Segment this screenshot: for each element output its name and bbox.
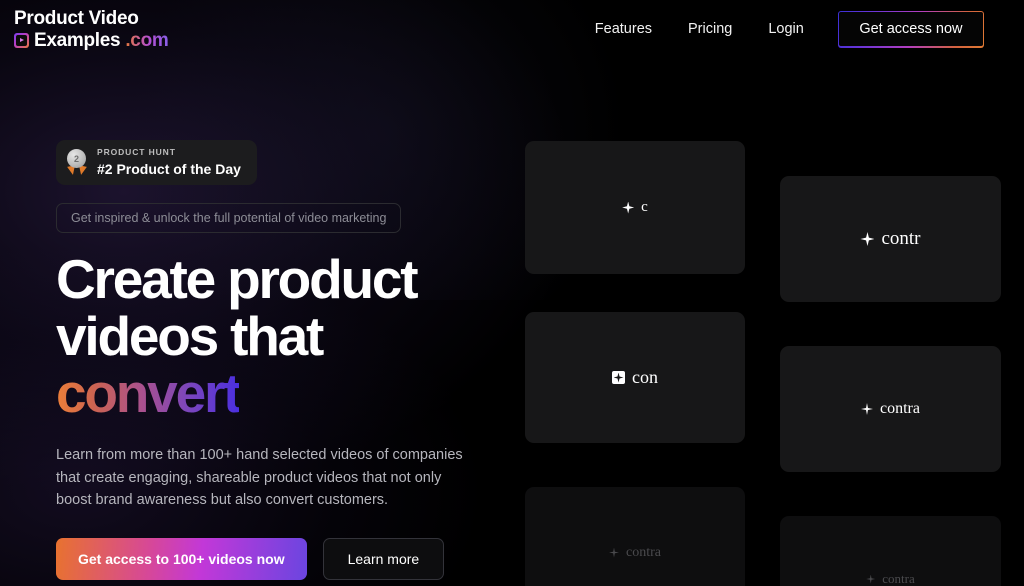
- hero-section: 2 PRODUCT HUNT #2 Product of the Day Get…: [56, 140, 496, 580]
- sparkle-diamond-icon: [609, 547, 619, 558]
- main-nav: Features Pricing Login Get access now: [577, 10, 984, 48]
- learn-more-button[interactable]: Learn more: [322, 537, 445, 580]
- video-card-5-brand: contra: [609, 545, 661, 561]
- hero-cta-row: Get access to 100+ videos now Learn more: [56, 537, 496, 580]
- video-card-2[interactable]: contr: [780, 176, 1001, 302]
- get-access-videos-button[interactable]: Get access to 100+ videos now: [56, 537, 307, 580]
- video-card-5[interactable]: contra: [525, 487, 745, 586]
- nav-link-login[interactable]: Login: [750, 13, 821, 45]
- sparkle-star-icon: [860, 232, 875, 246]
- video-card-2-brand: contr: [860, 228, 921, 250]
- page-title: Create product videos that convert: [56, 247, 496, 425]
- video-card-3-label: con: [632, 367, 658, 387]
- product-hunt-title: #2 Product of the Day: [97, 160, 241, 177]
- headline-line-1: Create product: [56, 247, 419, 310]
- video-card-4[interactable]: contra: [780, 346, 1001, 472]
- video-card-6-label: contra: [882, 571, 915, 586]
- video-card-5-label: contra: [626, 544, 661, 560]
- video-card-3-brand: con: [612, 367, 658, 388]
- video-card-1[interactable]: c: [525, 141, 745, 274]
- site-logo[interactable]: Product Video Examples .com: [14, 7, 169, 51]
- video-card-6[interactable]: contra: [780, 516, 1001, 586]
- video-card-2-label: contr: [881, 228, 921, 249]
- medal-icon: 2: [66, 149, 88, 177]
- nav-link-pricing[interactable]: Pricing: [670, 13, 750, 45]
- video-card-1-label: c: [641, 199, 648, 215]
- product-hunt-kicker: PRODUCT HUNT: [97, 147, 176, 157]
- logo-line-2: Examples .com: [14, 29, 169, 51]
- nav-get-access-button[interactable]: Get access now: [837, 10, 984, 48]
- sparkle-star-icon: [622, 201, 635, 214]
- hero-description: Learn from more than 100+ hand selected …: [56, 447, 463, 509]
- sparkle-diamond-icon: [866, 574, 876, 584]
- video-card-4-label: contra: [880, 400, 920, 417]
- video-card-1-brand: c: [622, 199, 648, 216]
- video-card-3[interactable]: con: [525, 312, 745, 443]
- logo-word: Examples: [34, 29, 121, 51]
- headline-line-2: videos that: [56, 305, 324, 368]
- landing-page: Product Video Examples .com Features Pri…: [0, 0, 1024, 586]
- hero-eyebrow: Get inspired & unlock the full potential…: [56, 202, 402, 233]
- nav-link-features[interactable]: Features: [577, 13, 670, 45]
- nav-get-access-label: Get access now: [839, 12, 983, 46]
- video-card-4-brand: contra: [861, 400, 920, 418]
- logo-line-1: Product Video: [14, 7, 139, 29]
- headline-accent-word: convert: [56, 362, 241, 425]
- logo-tld: .com: [125, 29, 169, 51]
- product-hunt-text: PRODUCT HUNT #2 Product of the Day: [97, 147, 241, 177]
- play-square-icon: [14, 32, 29, 48]
- product-hunt-badge[interactable]: 2 PRODUCT HUNT #2 Product of the Day: [56, 140, 257, 185]
- video-card-6-brand: contra: [866, 571, 915, 586]
- sparkle-boxed-icon: [612, 371, 625, 384]
- sparkle-diamond-icon: [861, 403, 873, 415]
- site-header: Product Video Examples .com Features Pri…: [0, 0, 1024, 58]
